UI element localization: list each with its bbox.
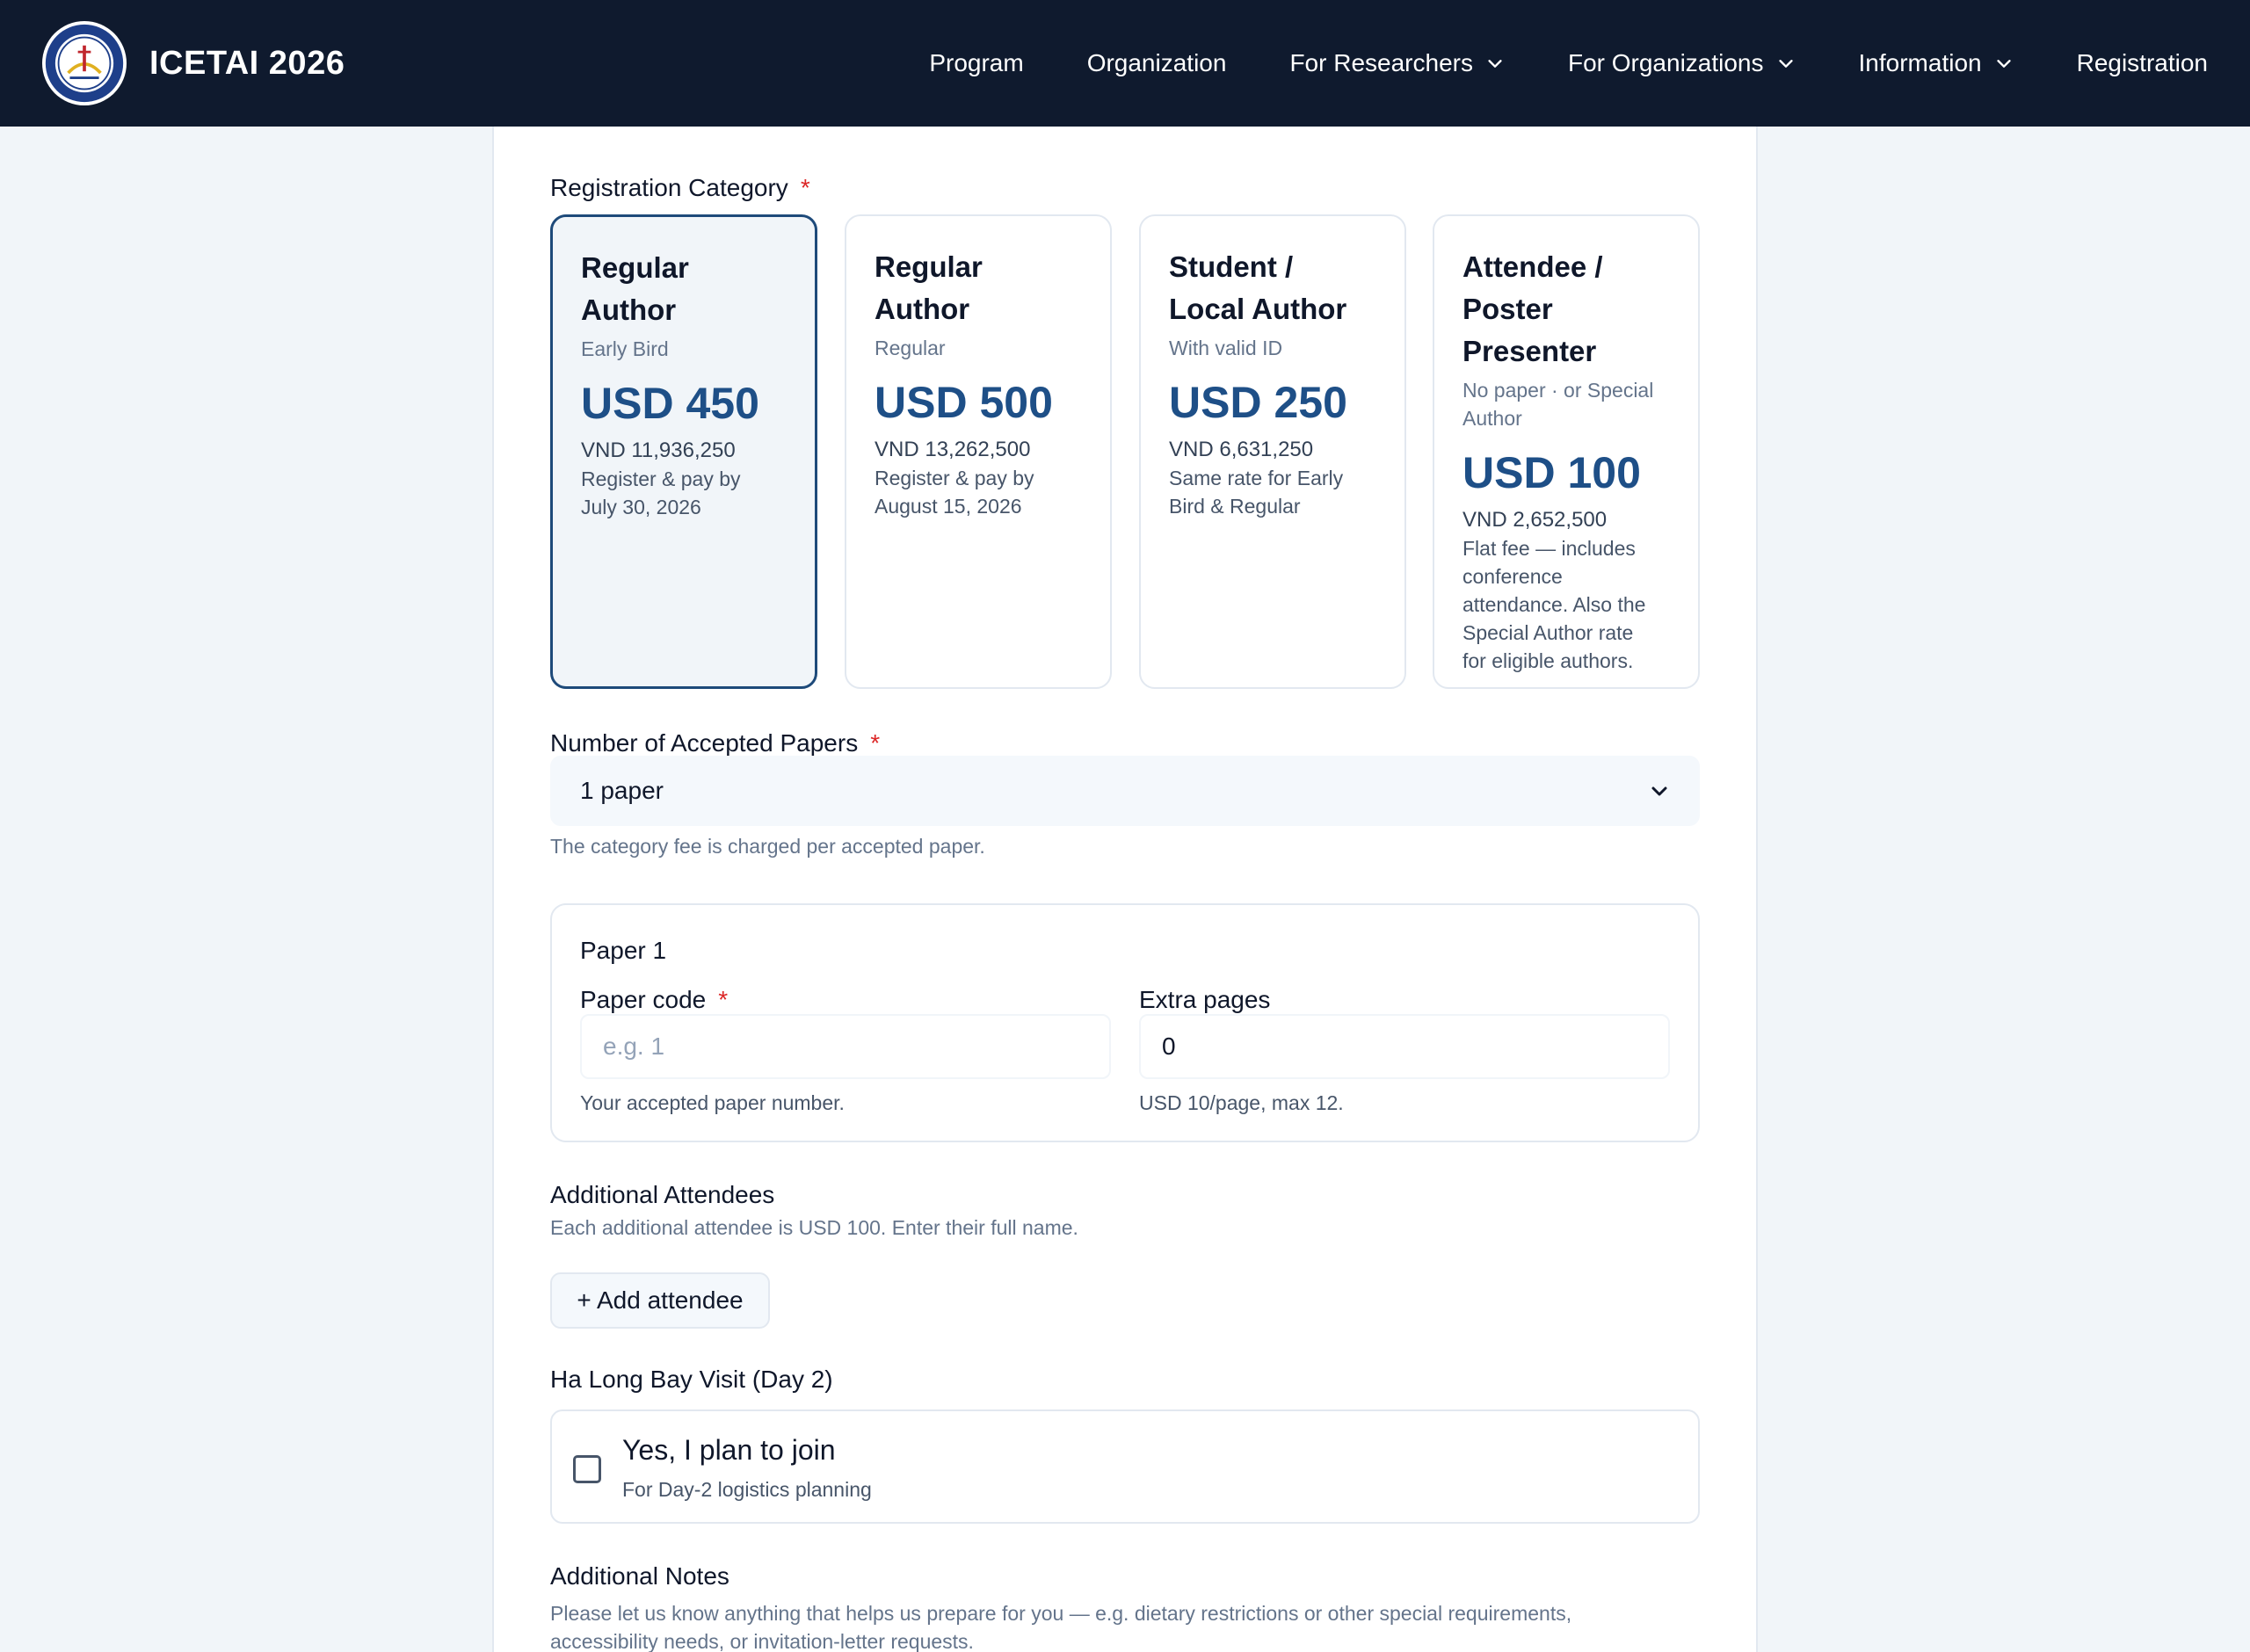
category-vnd: VND 11,936,250 bbox=[581, 438, 736, 462]
required-mark: * bbox=[718, 986, 729, 1013]
university-logo[interactable] bbox=[42, 21, 127, 105]
chevron-down-icon bbox=[1485, 54, 1505, 73]
halong-label: Ha Long Bay Visit (Day 2) bbox=[550, 1366, 833, 1393]
seal-icon bbox=[45, 24, 124, 103]
notes-hint: Please let us know anything that helps u… bbox=[550, 1602, 1572, 1652]
category-student-local[interactable]: Student / Local Author With valid ID USD… bbox=[1139, 214, 1406, 689]
halong-option[interactable]: Yes, I plan to join For Day-2 logistics … bbox=[550, 1409, 1700, 1524]
top-navbar: ICETAI 2026 Program Organization For Res… bbox=[0, 0, 2250, 127]
paper-card: Paper 1 Paper code* Your accepted paper … bbox=[550, 903, 1700, 1142]
nav-program[interactable]: Program bbox=[929, 49, 1023, 77]
extra-pages-label: Extra pages bbox=[1139, 986, 1271, 1013]
papers-label: Number of Accepted Papers * bbox=[550, 729, 881, 757]
chevron-down-icon bbox=[1649, 780, 1670, 801]
paper-code-label: Paper code * bbox=[580, 986, 729, 1013]
registration-category-label: Registration Category * bbox=[550, 174, 810, 201]
category-attendee-poster[interactable]: Attendee / Poster Presenter No paper · o… bbox=[1433, 214, 1700, 689]
nav-registration[interactable]: Registration bbox=[2077, 49, 2208, 77]
category-vnd: VND 6,631,250 bbox=[1169, 438, 1314, 461]
nav-information[interactable]: Information bbox=[1859, 49, 2014, 77]
halong-option-sub: For Day-2 logistics planning bbox=[622, 1478, 872, 1501]
extra-pages-hint: USD 10/page, max 12. bbox=[1139, 1091, 1344, 1114]
main-nav: Program Organization For Researchers For… bbox=[929, 49, 2208, 77]
attendees-hint: Each additional attendee is USD 100. Ent… bbox=[550, 1216, 1078, 1239]
category-options: Regular Author Early Bird USD 450 VND 11… bbox=[550, 214, 1700, 689]
category-vnd: VND 13,262,500 bbox=[875, 438, 1031, 461]
halong-checkbox[interactable] bbox=[573, 1455, 601, 1483]
notes-label: Additional Notes bbox=[550, 1562, 729, 1590]
chevron-down-icon bbox=[1776, 54, 1796, 73]
category-price: USD 100 bbox=[1462, 448, 1641, 497]
category-regular[interactable]: Regular Author Regular USD 500 VND 13,26… bbox=[845, 214, 1112, 689]
paper-code-input[interactable] bbox=[580, 1014, 1111, 1079]
category-regular-early-bird[interactable]: Regular Author Early Bird USD 450 VND 11… bbox=[550, 214, 817, 689]
registration-form: Registration Category * Regular Author Ea… bbox=[492, 127, 1758, 1652]
papers-hint: The category fee is charged per accepted… bbox=[550, 835, 985, 858]
required-mark: * bbox=[800, 174, 810, 201]
extra-pages-input[interactable] bbox=[1139, 1014, 1670, 1079]
nav-for-organizations[interactable]: For Organizations bbox=[1568, 49, 1796, 77]
papers-select[interactable]: 1 paper bbox=[550, 756, 1700, 826]
category-vnd: VND 2,652,500 bbox=[1462, 508, 1608, 532]
nav-for-researchers[interactable]: For Researchers bbox=[1289, 49, 1505, 77]
chevron-down-icon bbox=[1994, 54, 2014, 73]
add-attendee-button[interactable]: + Add attendee bbox=[550, 1272, 770, 1329]
category-price: USD 500 bbox=[875, 378, 1053, 427]
paper-title: Paper 1 bbox=[580, 937, 667, 964]
category-price: USD 450 bbox=[581, 379, 759, 428]
category-price: USD 250 bbox=[1169, 378, 1347, 427]
halong-option-label: Yes, I plan to join bbox=[622, 1434, 836, 1466]
required-mark: * bbox=[870, 729, 881, 757]
paper-code-hint: Your accepted paper number. bbox=[580, 1091, 845, 1114]
site-title[interactable]: ICETAI 2026 bbox=[149, 45, 345, 83]
nav-organization[interactable]: Organization bbox=[1087, 49, 1227, 77]
attendees-label: Additional Attendees bbox=[550, 1181, 775, 1208]
